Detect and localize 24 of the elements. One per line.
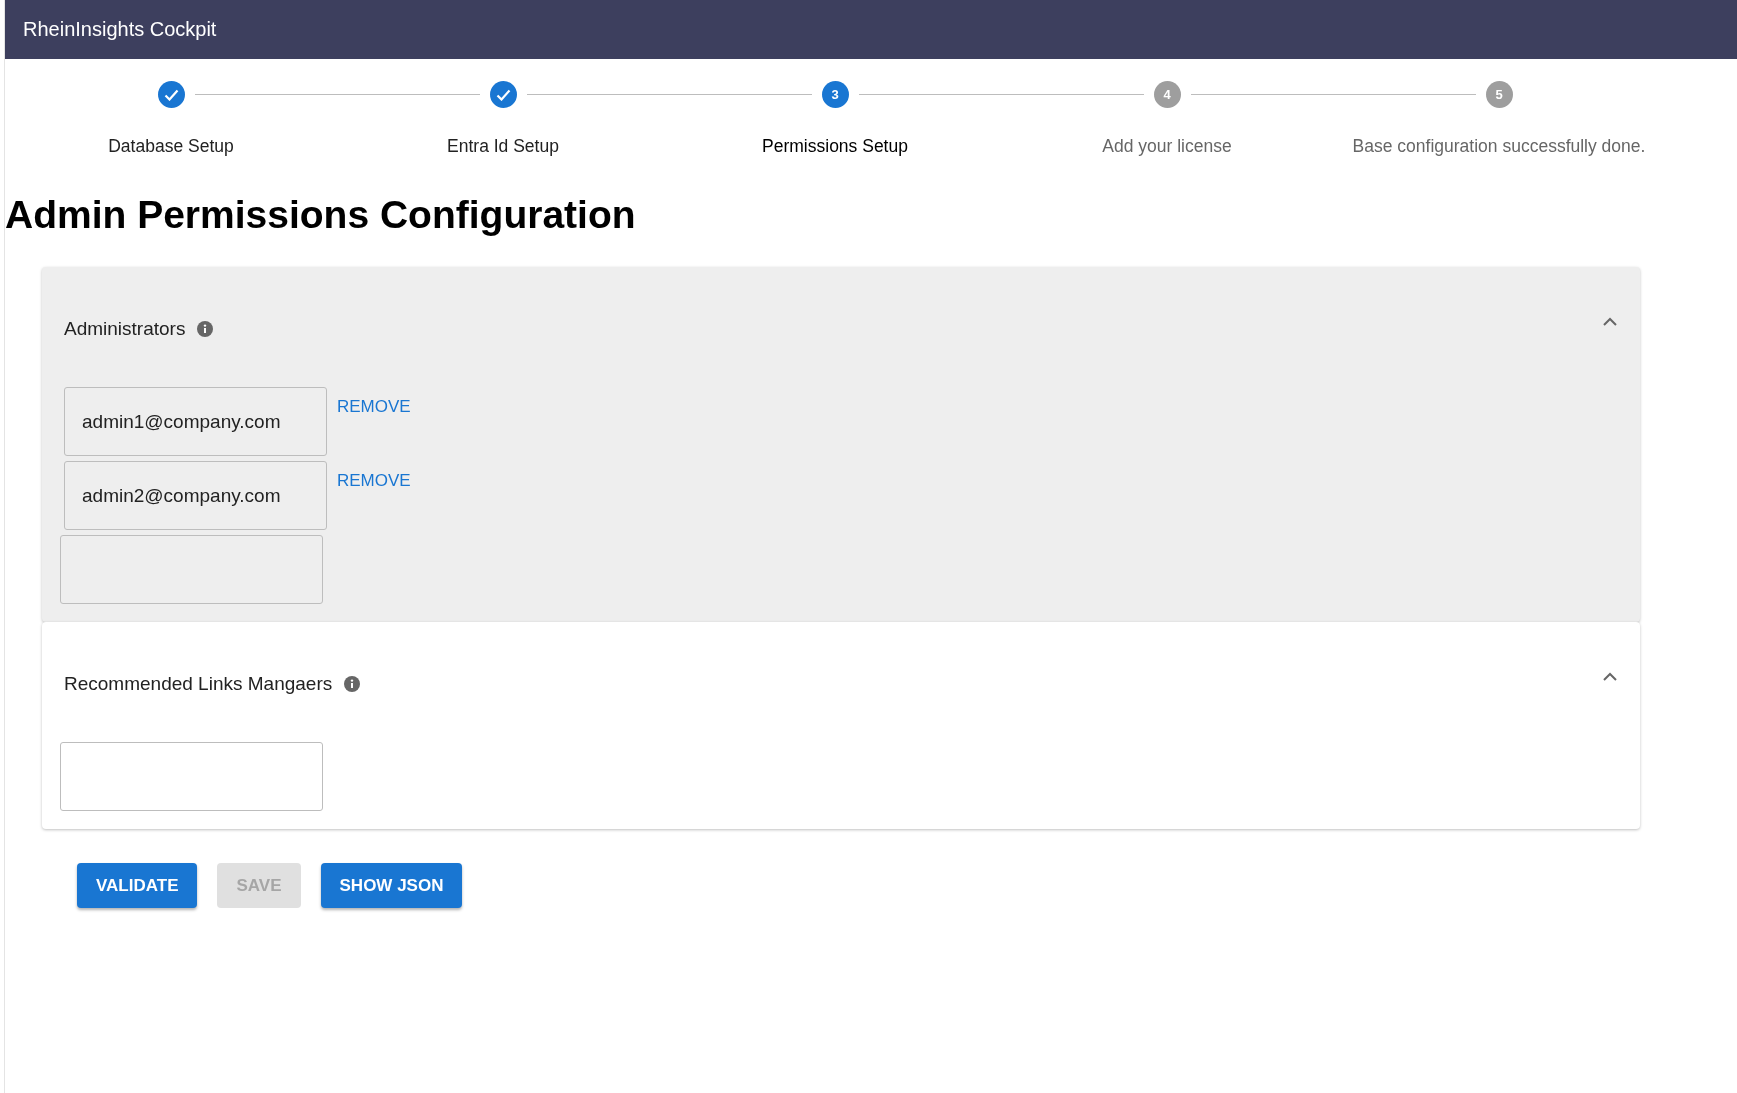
step-label: Permissions Setup [762,136,908,157]
step-label: Database Setup [108,136,234,157]
info-icon[interactable] [197,321,214,337]
step-label: Entra Id Setup [447,136,559,157]
app-title: RheinInsights Cockpit [23,18,217,41]
action-button[interactable]: VALIDATE [77,863,198,908]
collapse-chevron-icon[interactable] [1602,317,1618,327]
info-icon[interactable] [344,676,361,692]
step-number: 3 [821,81,849,108]
email-field[interactable]: admin1@company.com [64,387,327,456]
step-label: Base configuration successfully done. [1352,136,1646,157]
remove-link[interactable]: REMOVE [337,461,411,491]
step-label: Add your license [1102,136,1232,157]
input-field[interactable] [60,742,323,811]
step-number: 4 [1153,81,1181,108]
email-field[interactable]: admin2@company.com [64,461,327,530]
action-button[interactable]: SHOW JSON [320,863,463,908]
section-title: Administrators [64,318,186,340]
step-number: 5 [1485,81,1513,108]
page-title: Admin Permissions Configuration [5,193,636,237]
section-title: Recommended Links Mangaers [64,673,333,695]
input-field[interactable] [60,535,323,604]
collapse-chevron-icon[interactable] [1602,672,1618,682]
remove-link[interactable]: REMOVE [337,387,411,417]
